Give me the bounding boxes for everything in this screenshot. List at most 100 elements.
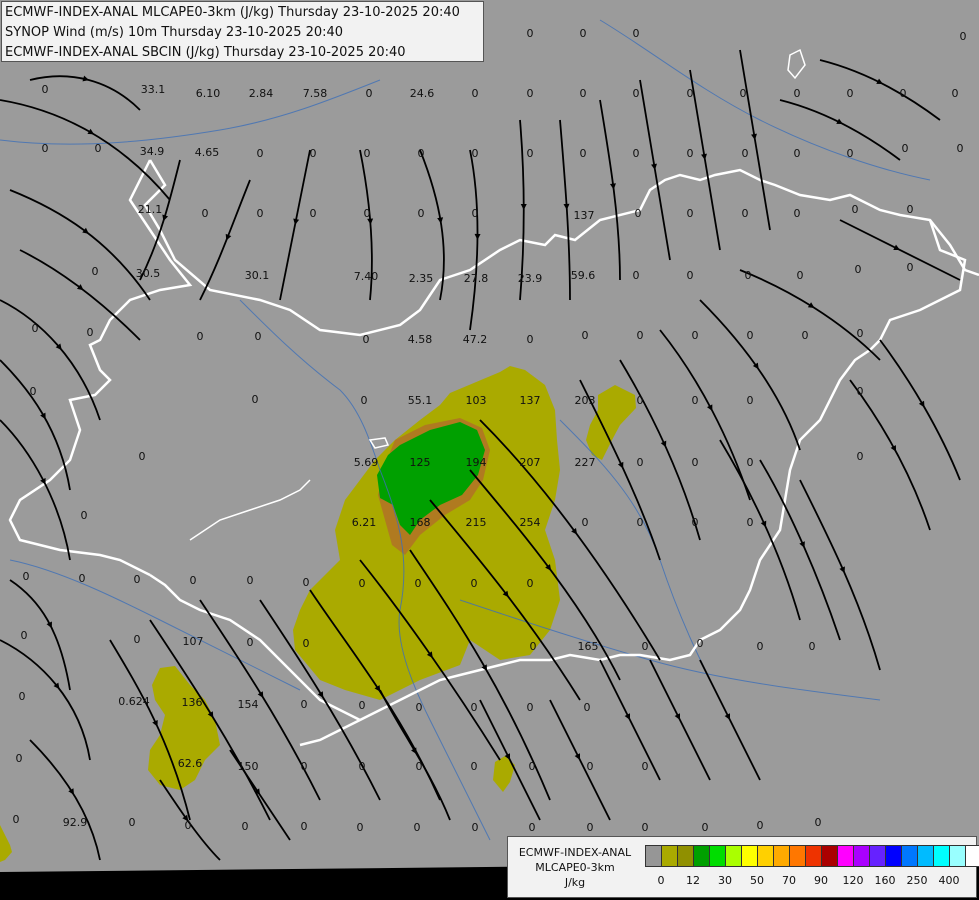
point-value-label: 0 xyxy=(580,147,587,160)
point-value-label: 207 xyxy=(520,456,541,469)
point-value-label: 2.84 xyxy=(249,87,274,100)
point-value-label: 0 xyxy=(134,633,141,646)
legend-tick-label: 400 xyxy=(938,874,960,887)
point-value-label: 168 xyxy=(410,516,431,529)
point-value-label: 0 xyxy=(747,456,754,469)
legend-swatch xyxy=(710,846,726,866)
point-value-label: 0 xyxy=(952,87,959,100)
point-value-label: 194 xyxy=(466,456,487,469)
point-value-label: 0 xyxy=(252,393,259,406)
point-value-label: 0 xyxy=(79,572,86,585)
point-value-label: 136 xyxy=(182,696,203,709)
legend-swatch xyxy=(902,846,918,866)
point-value-label: 27.8 xyxy=(464,272,489,285)
legend-tick-label: 50 xyxy=(750,874,764,887)
legend-swatch xyxy=(966,846,979,866)
point-value-label: 0 xyxy=(802,329,809,342)
point-value-label: 227 xyxy=(575,456,596,469)
point-value-label: 0 xyxy=(687,87,694,100)
point-value-label: 30.5 xyxy=(136,267,161,280)
point-value-label: 2.35 xyxy=(409,272,434,285)
legend-title: ECMWF-INDEX-ANAL MLCAPE0-3km J/kg xyxy=(510,845,640,890)
point-value-label: 0 xyxy=(310,207,317,220)
point-value-label: 0 xyxy=(416,760,423,773)
point-value-label: 0 xyxy=(95,142,102,155)
point-value-label: 0 xyxy=(87,326,94,339)
point-value-label: 0 xyxy=(794,87,801,100)
point-value-label: 0 xyxy=(642,640,649,653)
point-value-label: 0 xyxy=(32,322,39,335)
weather-map: 0 33.1 6.10 2.84 7.58 0 24.6 0 0 0 0 0 0 0 0 0 0 0 0 0 0 34.9… xyxy=(0,0,979,900)
point-value-label: 0 xyxy=(242,820,249,833)
point-value-label: 0 xyxy=(529,821,536,834)
map-title-box: ECMWF-INDEX-ANAL MLCAPE0-3km (J/kg) Thur… xyxy=(1,1,484,62)
point-value-label: 0 xyxy=(357,821,364,834)
point-value-label: 0 xyxy=(794,207,801,220)
point-value-label: 6.21 xyxy=(352,516,377,529)
legend-tick-label: 30 xyxy=(718,874,732,887)
legend-title-line1: ECMWF-INDEX-ANAL xyxy=(518,846,632,859)
point-value-label: 23.9 xyxy=(518,272,543,285)
point-value-label: 0 xyxy=(202,207,209,220)
point-value-label: 0 xyxy=(364,207,371,220)
point-value-label: 0 xyxy=(687,147,694,160)
point-value-label: 0 xyxy=(757,640,764,653)
point-value-label: 0 xyxy=(527,27,534,40)
point-value-label: 62.6 xyxy=(178,757,203,770)
point-value-label: 0 xyxy=(907,261,914,274)
point-value-label: 0 xyxy=(359,699,366,712)
point-value-label: 0 xyxy=(471,760,478,773)
legend-unit: J/kg xyxy=(564,876,586,889)
point-value-label: 0 xyxy=(857,450,864,463)
point-value-label: 0 xyxy=(42,142,49,155)
point-value-label: 55.1 xyxy=(408,394,433,407)
point-value-label: 0 xyxy=(527,701,534,714)
point-value-label: 0 xyxy=(359,760,366,773)
point-value-label: 0 xyxy=(580,87,587,100)
point-value-label: 0 xyxy=(255,330,262,343)
point-value-label: 0 xyxy=(139,450,146,463)
point-value-label: 0 xyxy=(185,819,192,832)
legend-swatch xyxy=(726,846,742,866)
legend-tick-label: 120 xyxy=(842,874,864,887)
point-value-label: 0 xyxy=(794,147,801,160)
point-value-label: 0 xyxy=(797,269,804,282)
point-value-label: 0 xyxy=(361,394,368,407)
point-value-label: 47.2 xyxy=(463,333,488,346)
legend-title-line2: MLCAPE0-3km xyxy=(535,861,615,874)
legend-tick-label: 160 xyxy=(874,874,896,887)
point-value-label: 0 xyxy=(366,87,373,100)
legend-swatch xyxy=(854,846,870,866)
point-value-label: 0 xyxy=(19,690,26,703)
point-value-label: 0 xyxy=(414,821,421,834)
point-value-label: 0 xyxy=(472,87,479,100)
point-value-label: 0 xyxy=(692,516,699,529)
point-value-label: 0 xyxy=(527,147,534,160)
point-value-label: 34.9 xyxy=(140,145,165,158)
point-value-label: 0 xyxy=(815,816,822,829)
point-value-label: 137 xyxy=(574,209,595,222)
point-value-label: 92.9 xyxy=(63,816,88,829)
point-value-label: 0 xyxy=(687,269,694,282)
point-value-label: 0 xyxy=(527,87,534,100)
point-value-label: 0 xyxy=(301,820,308,833)
point-value-label: 0 xyxy=(364,147,371,160)
point-value-label: 0 xyxy=(702,821,709,834)
legend-swatch xyxy=(646,846,662,866)
legend-tick-label: 12 xyxy=(686,874,700,887)
point-value-label: 154 xyxy=(238,698,259,711)
point-value-label: 24.6 xyxy=(410,87,435,100)
point-value-label: 0 xyxy=(472,207,479,220)
point-value-label: 0 xyxy=(301,760,308,773)
point-value-label: 0 xyxy=(16,752,23,765)
point-value-label: 0 xyxy=(587,760,594,773)
point-value-label: 7.58 xyxy=(303,87,328,100)
legend-swatch xyxy=(950,846,966,866)
point-value-label: 0 xyxy=(301,698,308,711)
point-value-label: 6.10 xyxy=(196,87,221,100)
legend-tick-label: 70 xyxy=(782,874,796,887)
point-value-label: 0 xyxy=(857,385,864,398)
legend-swatch xyxy=(886,846,902,866)
point-value-label: 254 xyxy=(520,516,541,529)
point-value-label: 4.65 xyxy=(195,146,220,159)
